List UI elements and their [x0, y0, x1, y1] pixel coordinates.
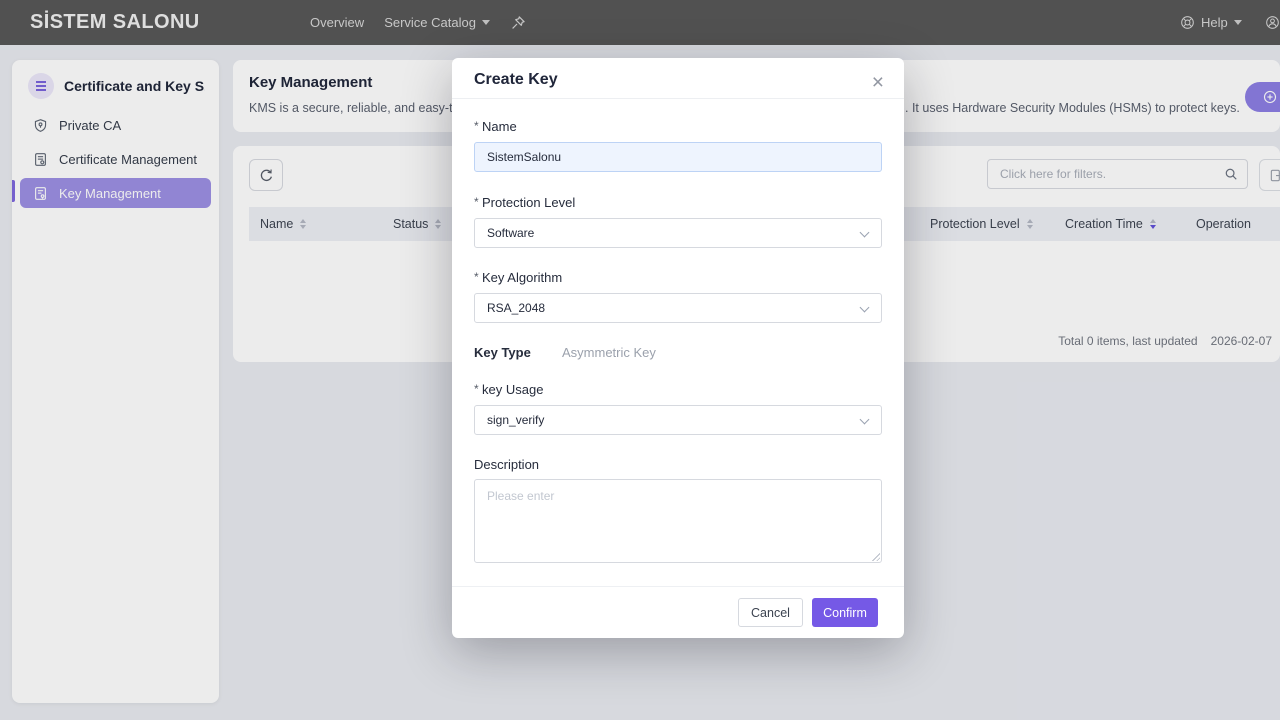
confirm-button[interactable]: Confirm	[812, 598, 878, 627]
chevron-down-icon	[860, 303, 870, 313]
key-usage-label: key Usage	[474, 382, 543, 397]
key-algorithm-label: Key Algorithm	[474, 270, 562, 285]
close-icon[interactable]: ×	[868, 66, 888, 99]
protection-level-label: Protection Level	[474, 195, 575, 210]
modal-footer-divider	[452, 586, 904, 587]
modal-header-divider	[452, 98, 904, 99]
modal-title: Create Key	[474, 71, 558, 89]
key-algorithm-select[interactable]: RSA_2048	[474, 293, 882, 323]
chevron-down-icon	[860, 415, 870, 425]
name-input[interactable]	[474, 142, 882, 172]
protection-level-value: Software	[487, 226, 534, 240]
key-usage-value: sign_verify	[487, 413, 544, 427]
key-algorithm-value: RSA_2048	[487, 301, 545, 315]
cancel-button[interactable]: Cancel	[738, 598, 803, 627]
key-type-label: Key Type	[474, 345, 531, 360]
screen: SİSTEM SALONU Overview Service Catalog	[0, 0, 1280, 720]
key-usage-select[interactable]: sign_verify	[474, 405, 882, 435]
create-key-modal: Create Key × Name Protection Level Softw…	[452, 58, 904, 638]
protection-level-select[interactable]: Software	[474, 218, 882, 248]
description-textarea[interactable]	[474, 479, 882, 563]
name-field-label: Name	[474, 119, 517, 134]
description-label: Description	[474, 457, 539, 472]
key-type-value: Asymmetric Key	[562, 345, 656, 360]
chevron-down-icon	[860, 228, 870, 238]
